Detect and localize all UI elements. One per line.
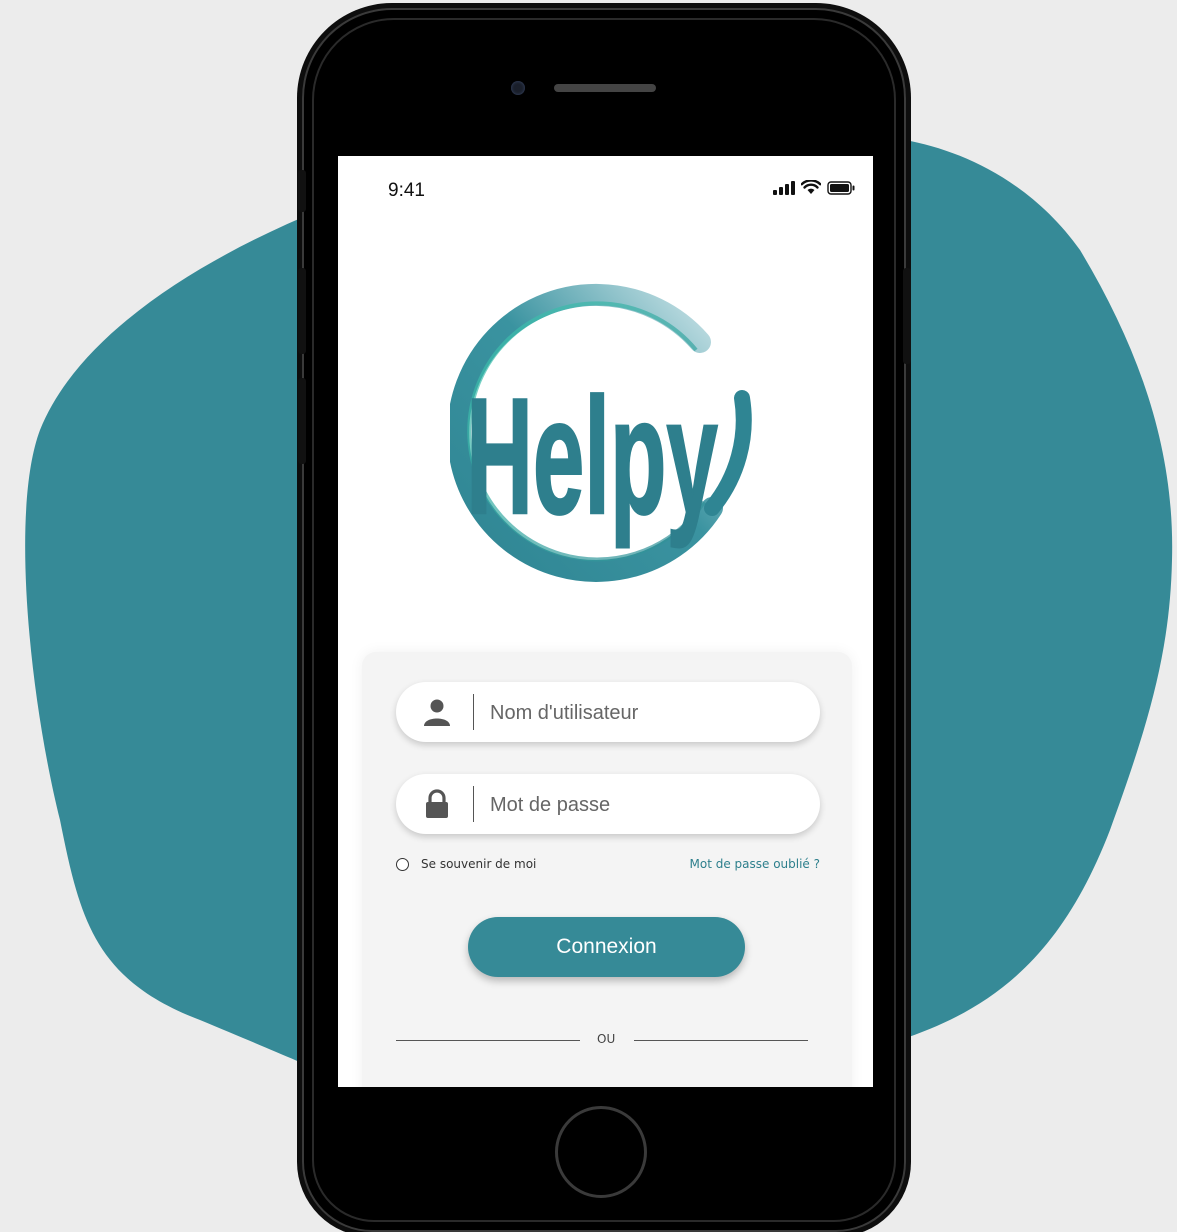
battery-icon xyxy=(827,180,855,195)
username-field[interactable] xyxy=(396,682,820,744)
or-divider: OU xyxy=(396,1030,808,1050)
divider-line-right xyxy=(634,1040,808,1041)
status-time: 9:41 xyxy=(388,180,425,201)
password-field[interactable] xyxy=(396,774,820,836)
signal-icon xyxy=(773,180,795,195)
lock-icon xyxy=(426,789,448,818)
volume-down-button xyxy=(298,378,306,464)
mute-switch xyxy=(298,170,306,212)
front-camera xyxy=(511,81,525,95)
home-button[interactable] xyxy=(555,1106,647,1198)
remember-me-radio[interactable] xyxy=(396,857,409,871)
helpy-logo: Helpy xyxy=(450,283,752,582)
remember-me[interactable]: Se souvenir de moi xyxy=(396,857,536,871)
login-card: Se souvenir de moi Mot de passe oublié ?… xyxy=(362,652,852,1087)
password-input[interactable] xyxy=(488,774,792,836)
field-separator xyxy=(473,786,474,822)
earpiece-speaker xyxy=(554,84,656,92)
divider-label: OU xyxy=(597,1032,616,1046)
logo-text: Helpy xyxy=(466,365,718,549)
status-icons xyxy=(773,180,855,195)
remember-me-label: Se souvenir de moi xyxy=(421,857,537,871)
user-icon xyxy=(424,699,450,726)
power-button xyxy=(903,268,911,364)
phone-screen: 9:41 Helpy Nom d'utilisateur Se souvenir… xyxy=(338,156,873,1087)
forgot-password-link[interactable]: Mot de passe oublié ? xyxy=(690,857,821,871)
login-button[interactable]: Connexion xyxy=(468,917,745,977)
volume-up-button xyxy=(298,268,306,354)
wifi-icon xyxy=(801,180,821,194)
field-separator xyxy=(473,694,474,730)
divider-line-left xyxy=(396,1040,580,1041)
username-input[interactable] xyxy=(488,682,792,744)
